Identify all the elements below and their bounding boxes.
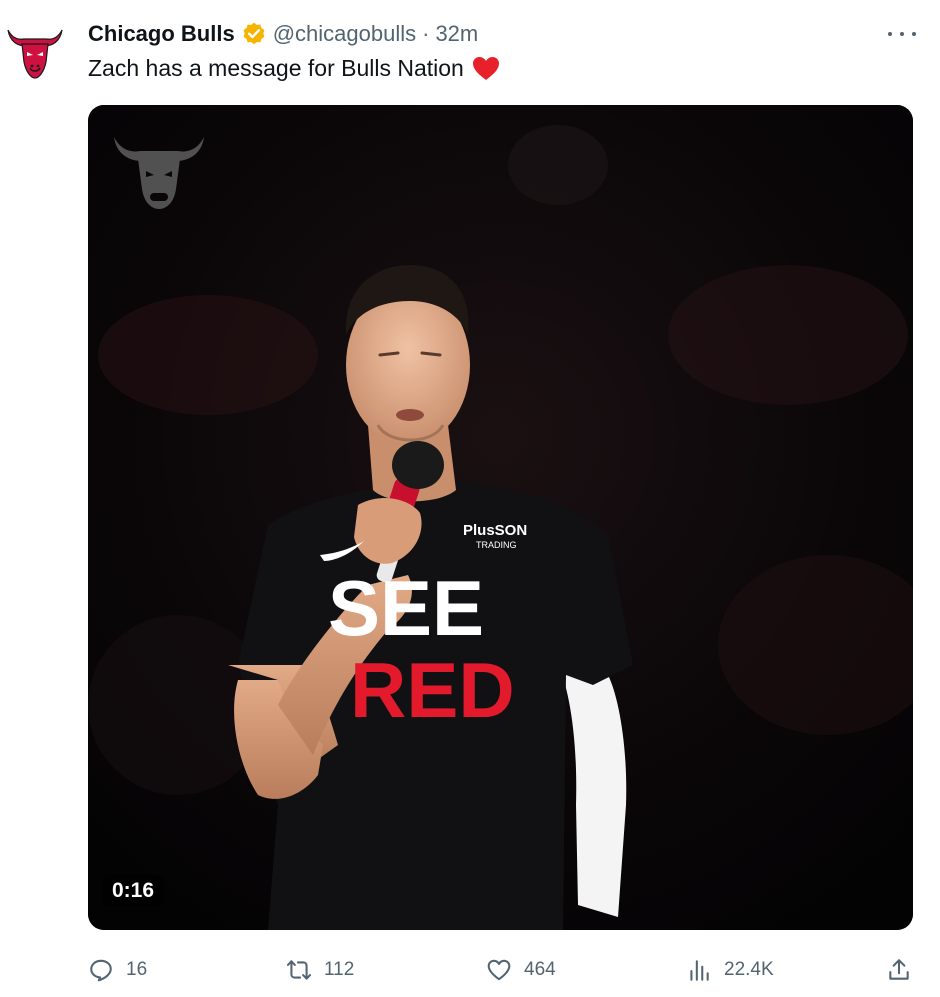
timestamp[interactable]: 32m [435, 21, 478, 47]
tweet: Chicago Bulls @chicagobulls · 32m Zach h… [0, 0, 940, 997]
retweet-icon [286, 960, 312, 980]
red-heart-icon [472, 56, 499, 80]
views-button[interactable]: 22.4K [686, 950, 774, 990]
avatar[interactable] [4, 22, 66, 84]
views-icon [690, 960, 709, 981]
tweet-text-content: Zach has a message for Bulls Nation [88, 55, 464, 81]
author-handle[interactable]: @chicagobulls [273, 21, 416, 47]
retweet-button[interactable]: 112 [286, 950, 354, 990]
author-name[interactable]: Chicago Bulls [88, 21, 235, 47]
action-bar: 16 112 464 22.4K [88, 950, 918, 990]
more-dot [888, 32, 892, 36]
like-count: 464 [524, 959, 556, 980]
svg-text:TRADING: TRADING [476, 540, 517, 550]
reply-button[interactable]: 16 [88, 950, 147, 990]
video-frame: PlusSON TRADING SEE RED [88, 105, 913, 930]
tweet-header: Chicago Bulls @chicagobulls · 32m [88, 18, 478, 50]
svg-text:SEE: SEE [328, 564, 484, 652]
share-button[interactable] [886, 950, 912, 990]
svg-text:PlusSON: PlusSON [463, 522, 527, 539]
more-options-button[interactable] [884, 22, 920, 46]
video-player[interactable]: PlusSON TRADING SEE RED 0:16 [88, 105, 913, 930]
tweet-text: Zach has a message for Bulls Nation [88, 55, 500, 82]
reply-count: 16 [126, 959, 148, 980]
views-count: 22.4K [724, 959, 774, 980]
heart-icon [487, 959, 511, 981]
svg-text:RED: RED [350, 646, 515, 734]
separator-dot: · [422, 21, 430, 46]
bull-logo-icon [7, 29, 63, 79]
like-button[interactable]: 464 [486, 950, 556, 990]
share-icon [889, 959, 909, 980]
retweet-count: 112 [324, 959, 355, 980]
more-dot [912, 32, 916, 36]
video-duration: 0:16 [102, 875, 165, 907]
reply-icon [90, 959, 112, 982]
verified-badge-icon [243, 22, 265, 45]
more-dot [900, 32, 904, 36]
